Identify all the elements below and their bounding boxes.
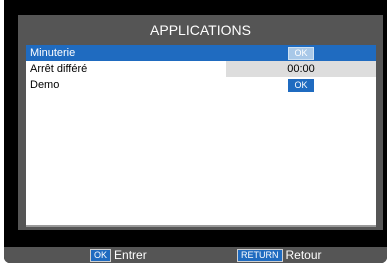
list-footer-strip: [26, 225, 376, 227]
list-item-arret-differe[interactable]: Arrêt différé 00:00: [26, 61, 376, 77]
applications-menu: APPLICATIONS Minuterie OK Arrêt différé …: [18, 15, 383, 230]
item-label: Arrêt différé: [30, 63, 88, 75]
menu-title: APPLICATIONS: [150, 22, 251, 38]
ok-key-icon: OK: [90, 249, 112, 263]
list-item-demo[interactable]: Demo OK: [26, 77, 376, 93]
screen-frame: APPLICATIONS Minuterie OK Arrêt différé …: [4, 0, 387, 263]
item-value: OK: [226, 77, 376, 93]
return-key-icon: RETURN: [237, 249, 283, 263]
item-value: OK: [226, 45, 376, 61]
applications-list: Minuterie OK Arrêt différé 00:00 Demo OK: [26, 45, 376, 225]
item-label: Demo: [30, 79, 60, 91]
ok-badge: OK: [288, 47, 314, 60]
button-hints-bar: OK Entrer RETURN Retour: [4, 247, 387, 263]
list-item-minuterie[interactable]: Minuterie OK: [26, 45, 376, 61]
enter-hint[interactable]: OK Entrer: [90, 247, 147, 263]
item-label: Minuterie: [30, 47, 76, 59]
enter-label: Entrer: [114, 248, 147, 262]
ok-badge: OK: [288, 79, 314, 92]
item-value: 00:00: [226, 61, 376, 77]
tv-screen: APPLICATIONS Minuterie OK Arrêt différé …: [0, 0, 389, 263]
return-label: Retour: [285, 248, 322, 262]
return-hint[interactable]: RETURN Retour: [237, 247, 322, 263]
